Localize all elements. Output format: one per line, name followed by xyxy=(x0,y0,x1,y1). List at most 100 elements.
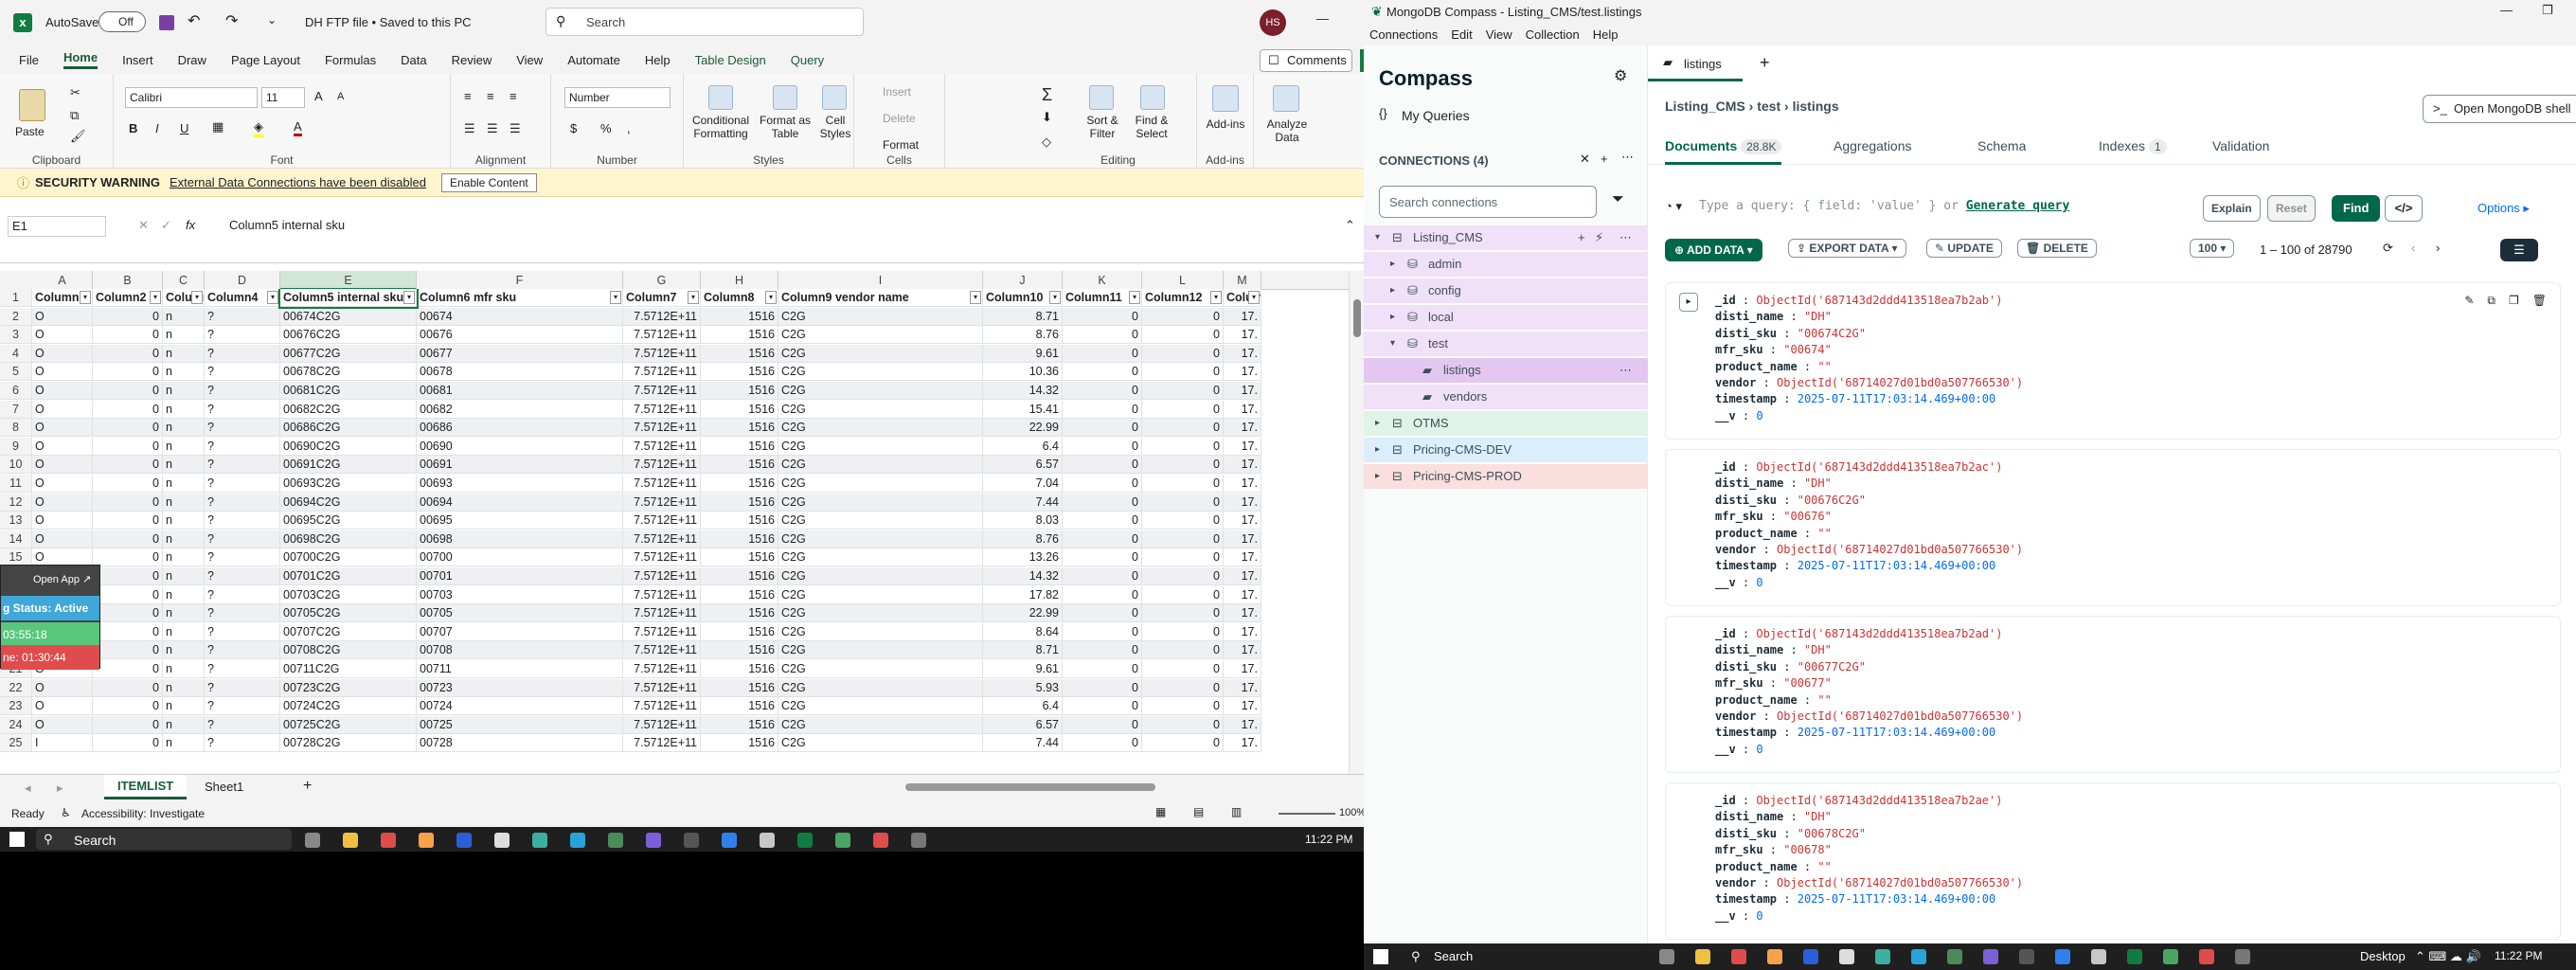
table-cell[interactable]: 00728 xyxy=(417,734,623,752)
cancel-icon[interactable]: ✕ xyxy=(138,218,149,233)
table-cell[interactable]: ? xyxy=(205,382,280,400)
delete-cells-button[interactable]: Delete xyxy=(883,112,916,125)
paste-icon[interactable] xyxy=(19,89,45,121)
table-cell[interactable]: 17. xyxy=(1224,326,1261,344)
table-cell[interactable]: 00723C2G xyxy=(280,679,417,697)
table-cell[interactable]: n xyxy=(163,716,205,734)
connections-menu-icon[interactable]: ⋯ xyxy=(1621,150,1634,165)
copy-icon[interactable]: ⧉ xyxy=(70,108,79,123)
table-cell[interactable]: n xyxy=(163,308,205,326)
table-cell[interactable]: 00695C2G xyxy=(280,512,417,530)
table-cell[interactable]: 17. xyxy=(1224,716,1261,734)
column-letter-D[interactable]: D xyxy=(205,271,280,290)
reset-button[interactable]: Reset xyxy=(2267,195,2316,222)
find-button[interactable]: Find xyxy=(2332,195,2381,222)
field-value[interactable]: "00677" xyxy=(1783,676,1832,690)
row-number[interactable]: 8 xyxy=(0,419,32,437)
table-cell[interactable]: 17. xyxy=(1224,494,1261,512)
filter-dropdown-icon[interactable]: ▾ xyxy=(970,291,981,304)
table-cell[interactable]: 0 xyxy=(1142,326,1224,344)
table-cell[interactable]: ? xyxy=(205,697,280,715)
table-cell[interactable]: C2G xyxy=(778,363,983,381)
paste-button[interactable]: Paste xyxy=(15,125,45,138)
table-cell[interactable]: 0 xyxy=(1142,363,1224,381)
table-cell[interactable]: C2G xyxy=(778,345,983,363)
table-cell[interactable]: 17. xyxy=(1224,530,1261,548)
table-cell[interactable]: 0 xyxy=(1142,604,1224,622)
app-icon-2[interactable] xyxy=(456,833,472,848)
field-value[interactable]: "DH" xyxy=(1804,643,1832,656)
table-cell[interactable]: n xyxy=(163,530,205,548)
row-number[interactable]: 24 xyxy=(0,716,32,734)
cell-styles-button[interactable]: Cell Styles xyxy=(816,114,854,140)
table-cell[interactable]: n xyxy=(163,734,205,752)
table-cell[interactable]: 0 xyxy=(1063,512,1142,530)
zoom-slider[interactable] xyxy=(1279,813,1335,815)
table-cell[interactable]: ? xyxy=(205,679,280,697)
table-cell[interactable]: ? xyxy=(205,401,280,419)
table-cell[interactable]: 7.5712E+11 xyxy=(623,623,701,641)
borders-icon[interactable]: ▦ xyxy=(212,119,224,135)
taskbar-search-label-2[interactable]: Search xyxy=(1434,949,1473,963)
table-cell[interactable]: n xyxy=(163,512,205,530)
table-header-cell[interactable]: Column11 ▾ xyxy=(1063,289,1142,307)
table-cell[interactable]: 0 xyxy=(1142,697,1224,715)
field-value[interactable]: ObjectId('687143d2ddd413518ea7b2ab') xyxy=(1756,294,2002,307)
connection-menu-icon[interactable]: ⚡ xyxy=(1595,225,1603,250)
table-cell[interactable]: 7.5712E+11 xyxy=(623,641,701,659)
excel-search-box[interactable]: ⚲ Search xyxy=(546,8,864,36)
table-cell[interactable]: 00674C2G xyxy=(280,308,417,326)
table-header-cell[interactable]: Column13▾ xyxy=(1224,289,1261,307)
table-cell[interactable]: 7.5712E+11 xyxy=(623,363,701,381)
code-toggle-icon[interactable]: </> xyxy=(2385,195,2423,222)
compass-restore-icon[interactable]: ❐ xyxy=(2542,3,2553,18)
table-cell[interactable]: 00691 xyxy=(417,456,623,474)
table-cell[interactable]: 17. xyxy=(1224,641,1261,659)
chevron-icon[interactable]: ▸ xyxy=(1375,438,1380,462)
start-icon-2[interactable] xyxy=(1373,949,1388,964)
chevron-icon[interactable]: ▸ xyxy=(1390,252,1395,277)
filter-dropdown-icon[interactable]: ▾ xyxy=(1129,291,1140,304)
ribbon-tab-automate[interactable]: Automate xyxy=(567,53,620,67)
field-value[interactable]: "DH" xyxy=(1804,310,1832,323)
table-cell[interactable]: 1516 xyxy=(701,697,778,715)
tab-schema[interactable]: Schema xyxy=(1977,127,2026,165)
table-cell[interactable]: 0 xyxy=(1063,716,1142,734)
table-cell[interactable]: C2G xyxy=(778,401,983,419)
table-cell[interactable]: 17. xyxy=(1224,345,1261,363)
formula-input[interactable]: Column5 internal sku xyxy=(229,218,345,232)
table-cell[interactable]: 1516 xyxy=(701,548,778,566)
table-cell[interactable]: 6.57 xyxy=(983,456,1063,474)
app-icon-22[interactable] xyxy=(2235,949,2250,964)
row-number[interactable]: 1 xyxy=(0,289,32,307)
document-card[interactable]: ▸ ✎ ⧉ ❐ 🗑 _id : ObjectId('687143d2ddd413518ea… xyxy=(1665,282,2561,440)
table-cell[interactable]: 1516 xyxy=(701,363,778,381)
row-number[interactable]: 11 xyxy=(0,475,32,493)
format-as-table-button[interactable]: Format as Table xyxy=(760,114,811,140)
app-icon-18[interactable] xyxy=(1983,949,1998,964)
undo-icon[interactable]: ↶ xyxy=(188,11,200,30)
table-cell[interactable]: 1516 xyxy=(701,604,778,622)
table-cell[interactable]: O xyxy=(32,475,93,493)
customize-qat-icon[interactable]: ⌄ xyxy=(267,13,277,27)
table-cell[interactable]: O xyxy=(32,679,93,697)
table-cell[interactable]: 00677C2G xyxy=(280,345,417,363)
table-cell[interactable]: O xyxy=(32,382,93,400)
document-card[interactable]: _id : ObjectId('687143d2ddd413518ea7b2ac… xyxy=(1665,449,2561,606)
table-cell[interactable]: 00693 xyxy=(417,475,623,493)
table-cell[interactable]: 0 xyxy=(1142,641,1224,659)
table-cell[interactable]: 0 xyxy=(1142,586,1224,604)
enter-icon[interactable]: ✓ xyxy=(161,218,171,233)
table-cell[interactable]: 7.5712E+11 xyxy=(623,679,701,697)
expand-formula-icon[interactable]: ⌃ xyxy=(1345,218,1355,233)
table-cell[interactable]: 0 xyxy=(1063,734,1142,752)
taskbar-time[interactable]: 11:22 PM xyxy=(1305,833,1352,846)
vertical-scrollbar[interactable] xyxy=(1349,271,1364,774)
table-header-cell[interactable]: Column12 ▾ xyxy=(1142,289,1224,307)
table-cell[interactable]: n xyxy=(163,456,205,474)
table-cell[interactable]: 0 xyxy=(93,548,163,566)
options-button[interactable]: Options ▸ xyxy=(2478,201,2530,216)
table-cell[interactable]: 6.57 xyxy=(983,716,1063,734)
addins-icon[interactable] xyxy=(1212,85,1239,112)
table-cell[interactable]: 6.4 xyxy=(983,697,1063,715)
